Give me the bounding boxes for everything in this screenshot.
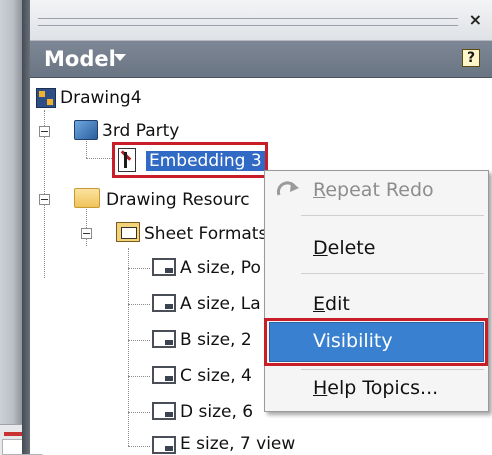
close-icon[interactable]: × (469, 10, 482, 29)
menu-item-label: elete (327, 237, 376, 259)
model-dropdown-label[interactable]: Model (44, 47, 116, 71)
highlight-box-embedding (112, 142, 268, 178)
tree-item-3rd-party[interactable]: 3rd Party (102, 121, 179, 141)
accelerator-key: D (313, 237, 328, 259)
highlight-box-visibility (264, 318, 488, 366)
sheet-icon (152, 258, 176, 276)
tree-line (86, 202, 87, 246)
tree-line (128, 446, 150, 447)
tree-item-drawing4[interactable]: Drawing4 (60, 88, 142, 108)
third-party-icon (74, 120, 98, 140)
tree-item-sheet[interactable]: D size, 6 (180, 402, 253, 422)
sheet-icon (152, 294, 176, 312)
sheet-icon (152, 330, 176, 348)
menu-item-label: elp Topics... (327, 377, 439, 399)
menu-item-delete[interactable]: Delete (265, 229, 488, 269)
chevron-down-icon[interactable] (114, 54, 126, 61)
tree-item-drawing-resources[interactable]: Drawing Resourc (106, 190, 250, 210)
context-menu: Repeat Redo Delete Edit Visibility Help … (264, 170, 489, 412)
panel-edge (22, 0, 30, 454)
tree-item-sheet[interactable]: C size, 4 (180, 366, 252, 386)
accelerator-key: E (313, 293, 326, 315)
background-window (0, 0, 22, 454)
model-header: Model ? (30, 41, 492, 78)
collapse-icon[interactable] (39, 194, 50, 205)
sheet-icon (152, 402, 176, 420)
tree-item-sheet[interactable]: A size, Po (180, 258, 261, 278)
menu-item-help-topics[interactable]: Help Topics... (265, 369, 488, 409)
redo-icon (276, 181, 299, 196)
panel-titlebar[interactable]: × (30, 0, 492, 41)
tree-item-sheet[interactable]: B size, 2 (180, 330, 252, 350)
tree-line (128, 340, 150, 341)
menu-item-repeat-redo[interactable]: Repeat Redo (265, 171, 488, 211)
tree-line (128, 304, 150, 305)
accelerator-key: R (313, 179, 326, 201)
menu-separator (301, 215, 484, 216)
tree-line (128, 412, 150, 413)
sheet-format-icon (116, 222, 140, 242)
tree-item-sheet-formats[interactable]: Sheet Formats (144, 224, 267, 244)
sheet-icon (152, 366, 176, 384)
tree-line (128, 268, 150, 269)
accelerator-key: H (313, 377, 328, 399)
folder-icon (74, 188, 100, 208)
tree-line (128, 248, 129, 446)
menu-item-label: epeat Redo (325, 179, 434, 201)
help-icon[interactable]: ? (462, 49, 480, 67)
collapse-icon[interactable] (39, 126, 50, 137)
tree-item-sheet[interactable]: A size, La (180, 294, 261, 314)
drawing-icon (36, 88, 56, 108)
menu-item-label: dit (325, 293, 350, 315)
tree-line (128, 376, 150, 377)
tree-item-sheet[interactable]: E size, 7 view (180, 434, 295, 454)
sheet-icon (152, 436, 176, 454)
grip-handle[interactable] (38, 18, 458, 26)
collapse-icon[interactable] (81, 228, 92, 239)
tree-line (86, 158, 114, 159)
menu-separator (301, 273, 484, 274)
